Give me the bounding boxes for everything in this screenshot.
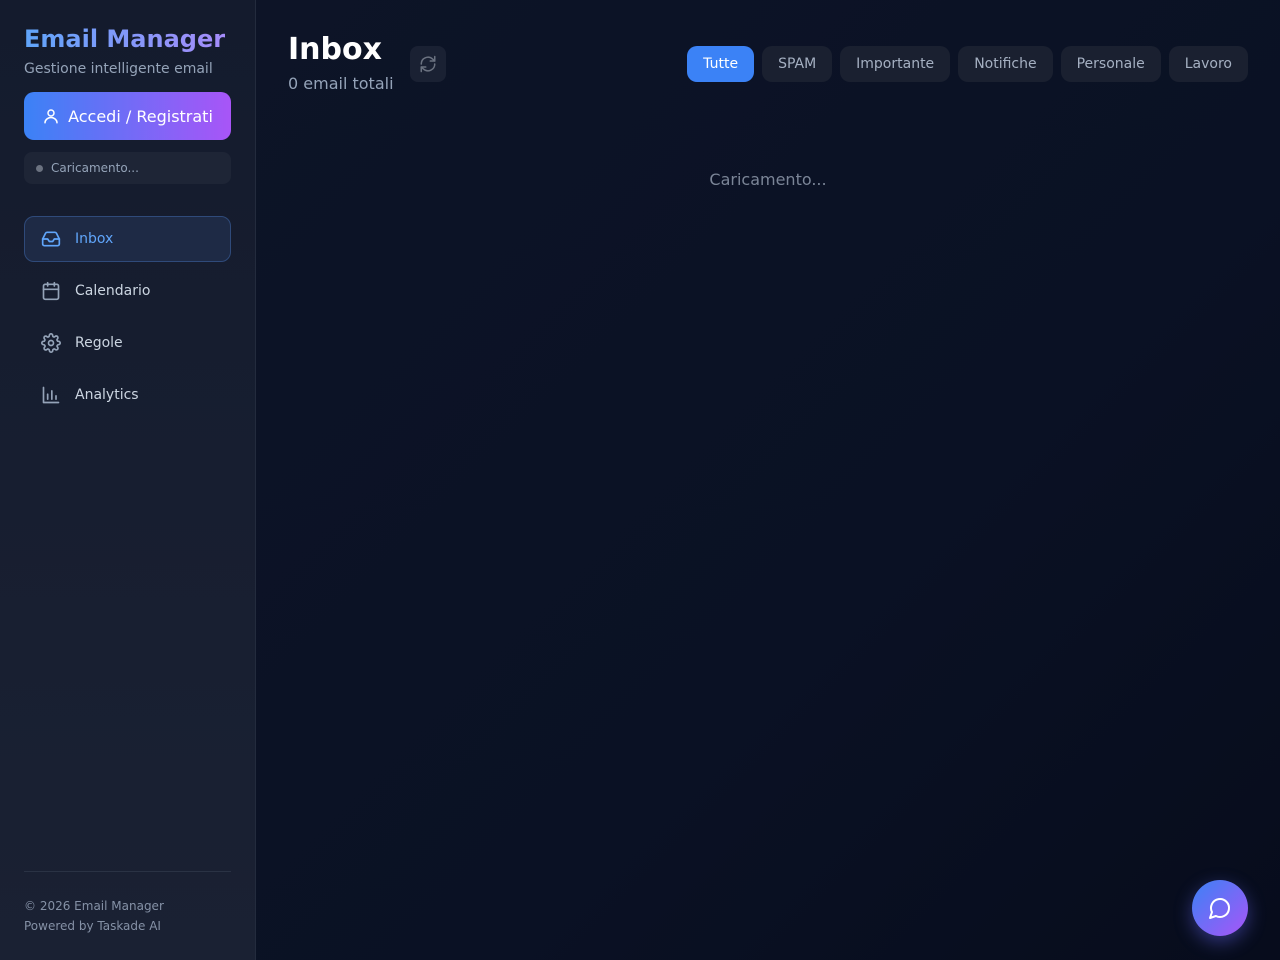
status-dot xyxy=(36,164,43,172)
refresh-icon xyxy=(420,55,436,73)
chat-button[interactable] xyxy=(1192,880,1248,936)
refresh-button[interactable] xyxy=(409,46,446,82)
sidebar-item-label: Inbox xyxy=(75,231,114,247)
sidebar-item-analytics[interactable]: Analytics xyxy=(24,372,231,418)
title-block: Inbox 0 email totali xyxy=(288,32,394,93)
sidebar-item-regole[interactable]: Regole xyxy=(24,320,231,366)
main-content: Inbox 0 email totali Tutte SPAM Importan… xyxy=(256,0,1280,960)
login-register-button[interactable]: Accedi / Registrati xyxy=(24,92,231,140)
sidebar-item-label: Calendario xyxy=(75,283,151,299)
sidebar: Email Manager Gestione intelligente emai… xyxy=(0,0,256,960)
page-header: Inbox 0 email totali Tutte SPAM Importan… xyxy=(288,32,1248,93)
sidebar-item-label: Analytics xyxy=(75,387,139,403)
bar-chart-icon xyxy=(42,386,60,404)
brand-title: Email Manager xyxy=(24,24,231,54)
filter-personale[interactable]: Personale xyxy=(1060,46,1161,82)
sidebar-nav: Inbox Calendario Regole Analytics xyxy=(24,216,231,418)
loading-indicator: Caricamento... xyxy=(709,170,827,189)
gear-icon xyxy=(41,333,61,353)
email-count: 0 email totali xyxy=(288,74,394,93)
filter-spam[interactable]: SPAM xyxy=(762,46,833,82)
inbox-icon xyxy=(41,231,61,247)
sidebar-item-label: Regole xyxy=(75,335,123,351)
filter-notifiche[interactable]: Notifiche xyxy=(958,46,1053,82)
chat-bubble-icon xyxy=(1209,898,1230,919)
footer-powered-by: Powered by Taskade AI xyxy=(24,919,161,933)
filter-lavoro[interactable]: Lavoro xyxy=(1168,46,1248,82)
filter-importante[interactable]: Importante xyxy=(840,46,951,82)
calendar-icon xyxy=(42,281,60,301)
user-icon xyxy=(44,109,58,124)
connection-status: Caricamento... xyxy=(24,152,231,184)
sidebar-footer: © 2026 Email Manager Powered by Taskade … xyxy=(24,871,231,936)
page-title: Inbox xyxy=(288,32,382,67)
sidebar-item-inbox[interactable]: Inbox xyxy=(24,216,231,262)
filter-tabs: Tutte SPAM Importante Notifiche Personal… xyxy=(687,46,1248,82)
status-text: Caricamento... xyxy=(51,161,139,175)
filter-tutte[interactable]: Tutte xyxy=(687,46,755,82)
footer-copyright: © 2026 Email Manager xyxy=(24,899,164,913)
login-register-label: Accedi / Registrati xyxy=(68,106,213,126)
app-root: Email Manager Gestione intelligente emai… xyxy=(0,0,1280,960)
sidebar-item-calendario[interactable]: Calendario xyxy=(24,268,231,314)
brand-subtitle: Gestione intelligente email xyxy=(24,61,213,77)
